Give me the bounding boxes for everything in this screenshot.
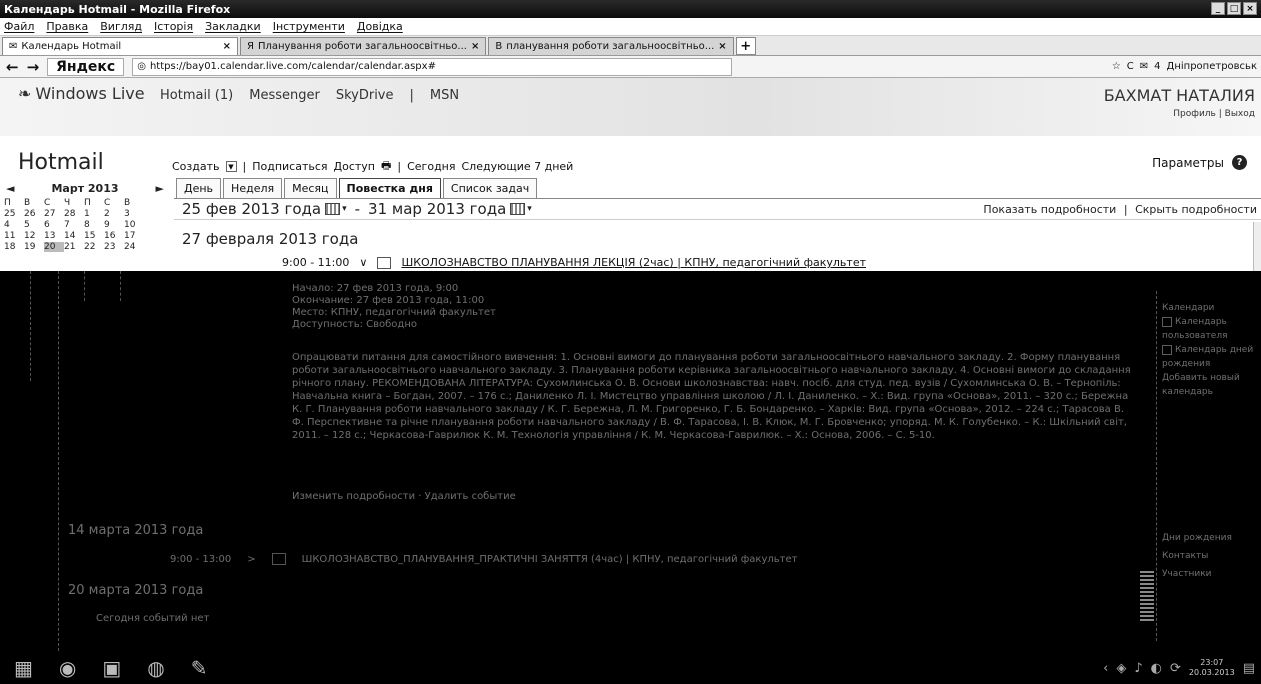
next-7-days-button[interactable]: Следующие 7 дней <box>461 160 573 173</box>
event-checkbox[interactable] <box>377 256 392 269</box>
user-links: Профиль | Выход <box>1104 109 1255 119</box>
params-area: Параметры ? <box>1152 155 1247 170</box>
day-cell[interactable]: 19 <box>24 242 44 252</box>
nav-hotmail[interactable]: Hotmail (1) <box>160 88 233 103</box>
day-cell[interactable]: 14 <box>64 231 84 241</box>
help-icon[interactable]: ? <box>1232 155 1247 170</box>
weekday: П <box>4 198 11 208</box>
tab-month[interactable]: Месяц <box>284 178 337 198</box>
live-nav: Hotmail (1) Messenger SkyDrive | MSN <box>160 88 459 103</box>
weekday: В <box>24 198 31 208</box>
next-month-icon[interactable]: ► <box>156 182 164 195</box>
day-cell-today[interactable]: 20 <box>44 242 64 252</box>
day-cell[interactable]: 1 <box>84 209 104 219</box>
scrollbar[interactable] <box>1253 222 1261 271</box>
view-tabs: День Неделя Месяц Повестка дня Список за… <box>176 178 538 198</box>
separator: | <box>1218 109 1222 119</box>
day-cell[interactable]: 10 <box>124 220 144 230</box>
day-cell[interactable]: 22 <box>84 242 104 252</box>
day-cell[interactable]: 6 <box>44 220 64 230</box>
tab-agenda[interactable]: Повестка дня <box>338 178 441 198</box>
nav-separator: | <box>409 88 414 103</box>
toolbar-divider: | <box>242 160 247 173</box>
subscribe-button[interactable]: Подписаться <box>252 160 327 173</box>
hide-details-link[interactable]: Скрыть подробности <box>1135 203 1257 216</box>
day-cell[interactable]: 26 <box>24 209 44 219</box>
chevron-down-icon[interactable]: ▼ <box>225 161 237 172</box>
mini-calendar: ◄ Март 2013 ► П В С Ч П С В 25 26 27 28 … <box>0 180 170 252</box>
day-cell[interactable]: 2 <box>104 209 124 219</box>
mini-calendar-grid: П В С Ч П С В 25 26 27 28 1 2 3 4 5 6 7 … <box>4 198 170 252</box>
tab-tasks[interactable]: Список задач <box>442 178 538 198</box>
calendar-icon[interactable] <box>325 203 341 215</box>
show-details-link[interactable]: Показать подробности <box>983 203 1116 216</box>
day-cell[interactable]: 17 <box>124 231 144 241</box>
profile-link[interactable]: Профиль <box>1173 109 1216 119</box>
details-links: Показать подробности | Скрыть подробност… <box>983 203 1261 216</box>
weekday: Ч <box>64 198 71 208</box>
weekday: В <box>124 198 131 208</box>
event-row[interactable]: 9:00 - 11:00 ∨ ШКОЛОЗНАВСТВО ПЛАНУВАННЯ … <box>282 256 866 269</box>
day-cell[interactable]: 15 <box>84 231 104 241</box>
user-block: БАХМАТ НАТАЛИЯ Профиль | Выход <box>1104 86 1255 119</box>
tab-day[interactable]: День <box>176 178 222 198</box>
day-cell[interactable]: 12 <box>24 231 44 241</box>
nav-msn[interactable]: MSN <box>430 88 459 103</box>
range-end: 31 мар 2013 года <box>368 200 507 218</box>
range-separator: - <box>354 200 361 218</box>
user-name[interactable]: БАХМАТ НАТАЛИЯ <box>1104 86 1255 105</box>
day-cell[interactable]: 16 <box>104 231 124 241</box>
day-cell[interactable]: 9 <box>104 220 124 230</box>
weekday: С <box>104 198 111 208</box>
day-cell[interactable]: 7 <box>64 220 84 230</box>
day-cell[interactable]: 28 <box>64 209 84 219</box>
print-icon[interactable]: 🖶 <box>381 157 391 176</box>
event-time: 9:00 - 11:00 <box>282 256 350 269</box>
separator: | <box>1123 202 1128 216</box>
chevron-down-icon[interactable]: ▾ <box>342 204 347 214</box>
day-cell[interactable]: 25 <box>4 209 24 219</box>
chevron-down-icon[interactable]: ▾ <box>527 204 532 214</box>
day-cell[interactable]: 8 <box>84 220 104 230</box>
day-cell[interactable]: 3 <box>124 209 144 219</box>
day-cell[interactable]: 23 <box>104 242 124 252</box>
calendar-toolbar: Создать ▼ | Подписаться Доступ 🖶 | Сегод… <box>172 157 573 176</box>
range-start: 25 фев 2013 года <box>182 200 322 218</box>
day-cell[interactable]: 5 <box>24 220 44 230</box>
access-button[interactable]: Доступ <box>334 160 375 173</box>
logo-text: Windows Live <box>35 84 145 103</box>
month-label: Март 2013 <box>51 181 119 195</box>
tab-week[interactable]: Неделя <box>223 178 283 198</box>
windows-live-header: ❧ Windows Live Hotmail (1) Messenger Sky… <box>0 78 1261 136</box>
day-cell[interactable]: 4 <box>4 220 24 230</box>
day-cell[interactable]: 21 <box>64 242 84 252</box>
toolbar-divider: | <box>397 160 402 173</box>
hotmail-title[interactable]: Hotmail <box>18 150 104 175</box>
agenda-date-heading: 27 февраля 2013 года <box>182 230 359 248</box>
nav-messenger[interactable]: Messenger <box>249 88 320 103</box>
day-cell[interactable]: 13 <box>44 231 64 241</box>
day-cell[interactable]: 24 <box>124 242 144 252</box>
weekday: С <box>44 198 51 208</box>
windows-live-icon: ❧ <box>18 84 32 103</box>
event-title[interactable]: ШКОЛОЗНАВСТВО ПЛАНУВАННЯ ЛЕКЦІЯ (2час) |… <box>401 256 866 269</box>
mini-calendar-header: ◄ Март 2013 ► <box>0 180 170 196</box>
day-cell[interactable]: 11 <box>4 231 24 241</box>
date-range-bar: 25 фев 2013 года ▾ - 31 мар 2013 года ▾ … <box>174 198 1261 220</box>
windows-live-logo[interactable]: ❧ Windows Live <box>18 84 145 103</box>
logout-link[interactable]: Выход <box>1225 109 1255 119</box>
today-button[interactable]: Сегодня <box>407 160 455 173</box>
prev-month-icon[interactable]: ◄ <box>6 182 14 195</box>
create-button[interactable]: Создать <box>172 160 220 173</box>
params-link[interactable]: Параметры <box>1152 156 1224 170</box>
day-cell[interactable]: 27 <box>44 209 64 219</box>
nav-skydrive[interactable]: SkyDrive <box>336 88 394 103</box>
calendar-icon[interactable] <box>510 203 526 215</box>
chevron-down-icon[interactable]: ∨ <box>359 256 367 269</box>
weekday: П <box>84 198 91 208</box>
day-cell[interactable]: 18 <box>4 242 24 252</box>
